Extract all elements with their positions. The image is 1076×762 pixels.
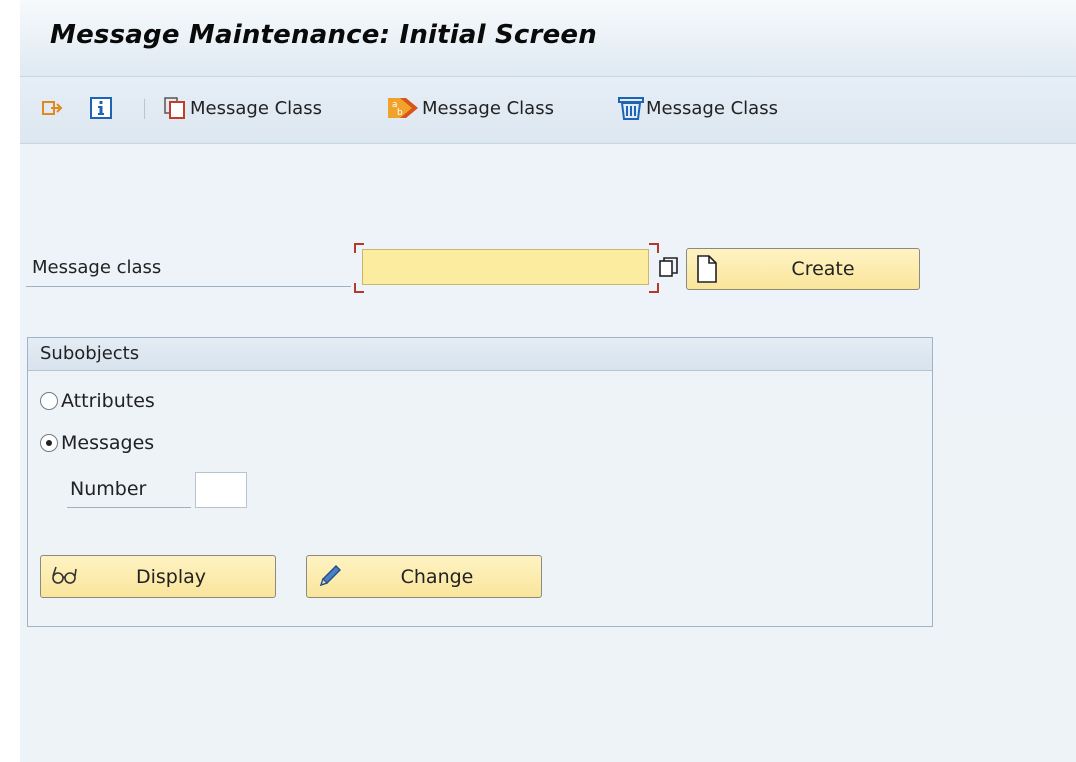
messages-radio-label: Messages bbox=[61, 432, 155, 454]
radio-unchecked-icon bbox=[40, 392, 58, 410]
required-bracket bbox=[649, 243, 659, 253]
new-document-icon bbox=[697, 255, 717, 283]
application-toolbar: Message Class a b Message Class Message … bbox=[20, 77, 1076, 144]
svg-text:b: b bbox=[397, 108, 403, 118]
sap-gui-window: Message Maintenance: Initial Screen Mess… bbox=[20, 0, 1076, 762]
rename-icon: a b bbox=[388, 98, 418, 118]
label-underline bbox=[26, 286, 351, 287]
radio-checked-icon bbox=[40, 434, 58, 452]
subobjects-header: Subobjects bbox=[28, 338, 932, 371]
copy-message-class-button[interactable]: Message Class bbox=[164, 94, 322, 122]
toolbar-separator bbox=[144, 99, 145, 119]
copy-icon bbox=[164, 97, 185, 119]
copy-message-class-label: Message Class bbox=[190, 97, 322, 119]
value-help-icon bbox=[659, 257, 678, 277]
attributes-radio[interactable]: Attributes bbox=[40, 390, 155, 412]
delete-message-class-button[interactable]: Message Class bbox=[616, 94, 778, 122]
rename-message-class-button[interactable]: a b Message Class bbox=[386, 94, 554, 122]
change-button[interactable]: Change bbox=[306, 555, 542, 598]
delete-message-class-label: Message Class bbox=[646, 97, 778, 119]
create-button[interactable]: Create bbox=[686, 248, 920, 290]
create-button-label: Create bbox=[791, 258, 855, 280]
number-label-underline bbox=[67, 507, 191, 508]
message-class-label: Message class bbox=[32, 257, 162, 278]
value-help-button[interactable] bbox=[658, 253, 680, 283]
other-object-icon bbox=[42, 101, 63, 115]
attributes-radio-label: Attributes bbox=[61, 390, 155, 412]
rename-message-class-label: Message Class bbox=[422, 97, 554, 119]
subobjects-group: Subobjects Attributes Messages Number Di… bbox=[27, 337, 933, 627]
other-object-button[interactable] bbox=[42, 94, 64, 122]
page-title: Message Maintenance: Initial Screen bbox=[50, 20, 597, 50]
info-icon bbox=[90, 97, 112, 119]
display-button[interactable]: Display bbox=[40, 555, 276, 598]
required-bracket bbox=[649, 283, 659, 293]
pencil-icon bbox=[319, 565, 341, 587]
message-class-field bbox=[354, 243, 659, 293]
message-class-input[interactable] bbox=[362, 249, 649, 285]
number-label: Number bbox=[70, 478, 147, 500]
info-button[interactable] bbox=[90, 94, 112, 122]
display-glasses-icon bbox=[52, 566, 77, 584]
delete-icon bbox=[618, 97, 644, 120]
title-bar: Message Maintenance: Initial Screen bbox=[20, 0, 1076, 77]
number-input[interactable] bbox=[195, 472, 247, 508]
messages-radio[interactable]: Messages bbox=[40, 432, 154, 454]
